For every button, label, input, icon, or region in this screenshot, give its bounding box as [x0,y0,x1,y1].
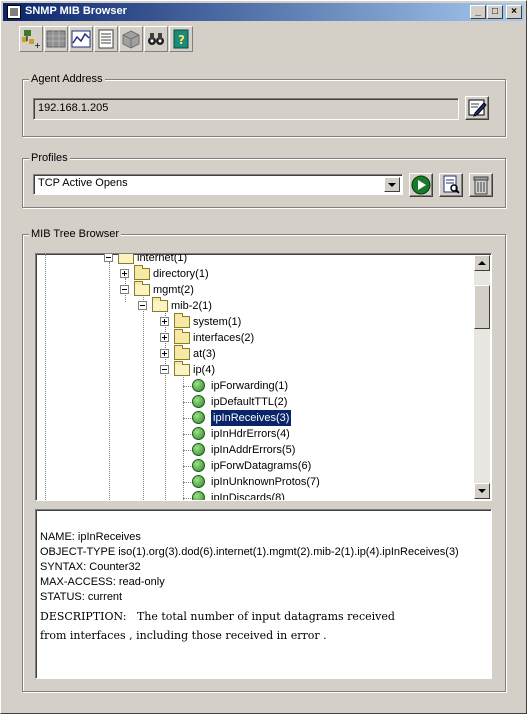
profile-select-value: TCP Active Opens [38,177,128,189]
folder-icon [174,313,190,328]
folder-open-icon [118,254,134,264]
tree-node-label[interactable]: ipInHdrErrors(4) [211,426,290,442]
folder-icon [174,329,190,344]
cube-button[interactable] [119,26,143,52]
folder-icon [174,345,190,360]
leaf-node-icon [192,475,205,488]
profile-select[interactable]: TCP Active Opens [33,174,403,195]
folder-open-icon [152,297,168,312]
detail-status: STATUS: current [40,591,123,603]
tree-node-label[interactable]: ipDefaultTTL(2) [211,394,287,410]
trash-icon [473,176,489,195]
folder-icon [134,265,150,280]
mib-tree[interactable]: internet(1) directory(1) mgmt(2) mib-2(1) sy… [35,253,492,501]
leaf-node-icon [192,395,205,408]
binoculars-icon [148,33,164,45]
detail-name: NAME: ipInReceives [40,531,141,543]
tree-node-label[interactable]: at(3) [193,346,216,362]
minimize-button[interactable]: _ [470,5,486,19]
mib-tree-label: MIB Tree Browser [29,228,122,240]
tree-node-label[interactable]: mib-2(1) [171,298,212,314]
expand-plus-icon[interactable] [160,349,169,358]
tree-node-label[interactable]: interfaces(2) [193,330,254,346]
tree-node-label[interactable]: internet(1) [137,254,187,266]
tree-connector [45,254,46,500]
table-view-icon [46,30,66,48]
tree-node-label[interactable]: mgmt(2) [153,282,194,298]
help-button[interactable]: ? [169,26,193,52]
table-view-button[interactable] [44,26,68,52]
tree-node-label[interactable]: ip(4) [193,362,215,378]
folder-open-icon [134,281,150,296]
collapse-minus-icon[interactable] [138,301,147,310]
mib-browser-window: SNMP MIB Browser _ □ × + ? Agent Address… [0,0,527,714]
list-view-icon [98,29,114,49]
profiles-label: Profiles [29,152,70,164]
delete-profile-button[interactable] [469,173,493,197]
cube-icon [122,30,140,49]
tree-node-label[interactable]: ipInAddrErrors(5) [211,442,295,458]
mib-details-panel: NAME: ipInReceives OBJECT-TYPE iso(1).or… [35,509,492,679]
detail-syntax: SYNTAX: Counter32 [40,561,141,573]
agent-address-label: Agent Address [29,73,105,85]
scroll-down-button[interactable] [474,483,490,499]
scroll-thumb[interactable] [474,285,490,329]
window-title: SNMP MIB Browser [25,5,127,17]
tree-node-label-selected[interactable]: ipInReceives(3) [211,410,292,426]
collapse-minus-icon[interactable] [160,365,169,374]
tree-node-label[interactable]: ipForwDatagrams(6) [211,458,311,474]
leaf-node-icon [192,459,205,472]
tree-node-label[interactable]: ipInDiscards(8) [211,490,285,500]
help-book-icon: ? [173,29,189,49]
list-view-button[interactable] [94,26,118,52]
detail-max-access: MAX-ACCESS: read-only [40,576,165,588]
folder-open-icon [174,361,190,376]
detail-description: DESCRIPTION: The total number of input d… [40,610,395,642]
scroll-up-button[interactable] [474,255,490,271]
expand-plus-icon[interactable] [120,269,129,278]
collapse-minus-icon[interactable] [104,254,113,262]
tree-connector [143,294,144,500]
svg-text:+: + [34,41,41,50]
title-bar[interactable]: SNMP MIB Browser _ □ × [3,3,524,21]
edit-agent-button[interactable] [465,96,489,120]
document-search-icon [443,175,460,194]
chevron-down-icon[interactable] [384,177,400,192]
detail-object-type: OBJECT-TYPE iso(1).org(3).dod(6).interne… [40,546,459,558]
app-icon [7,5,21,19]
leaf-node-icon [192,411,205,424]
play-icon [411,175,431,195]
edit-pencil-icon [468,99,487,117]
agent-address-field[interactable]: 192.168.1.205 [33,98,459,120]
leaf-node-icon [192,443,205,456]
close-button[interactable]: × [506,5,522,19]
expand-plus-icon[interactable] [160,333,169,342]
tree-node-label[interactable]: ipInUnknownProtos(7) [211,474,320,490]
tree-scrollbar[interactable] [474,255,490,499]
leaf-node-icon [192,427,205,440]
graph-view-button[interactable] [69,26,93,52]
view-profile-button[interactable] [439,173,463,197]
svg-text:?: ? [178,33,185,47]
leaf-node-icon [192,379,205,392]
leaf-node-icon [192,491,205,500]
tree-node-label[interactable]: system(1) [193,314,241,330]
tree-node-label[interactable]: ipForwarding(1) [211,378,288,394]
load-mib-icon: + [22,30,41,50]
find-button[interactable] [144,26,168,52]
maximize-button[interactable]: □ [487,5,503,19]
expand-plus-icon[interactable] [160,317,169,326]
graph-view-icon [71,30,91,48]
load-mib-button[interactable]: + [19,26,43,52]
collapse-minus-icon[interactable] [120,285,129,294]
run-profile-button[interactable] [409,173,433,197]
tree-connector [109,262,110,500]
tree-node-label[interactable]: directory(1) [153,266,209,282]
